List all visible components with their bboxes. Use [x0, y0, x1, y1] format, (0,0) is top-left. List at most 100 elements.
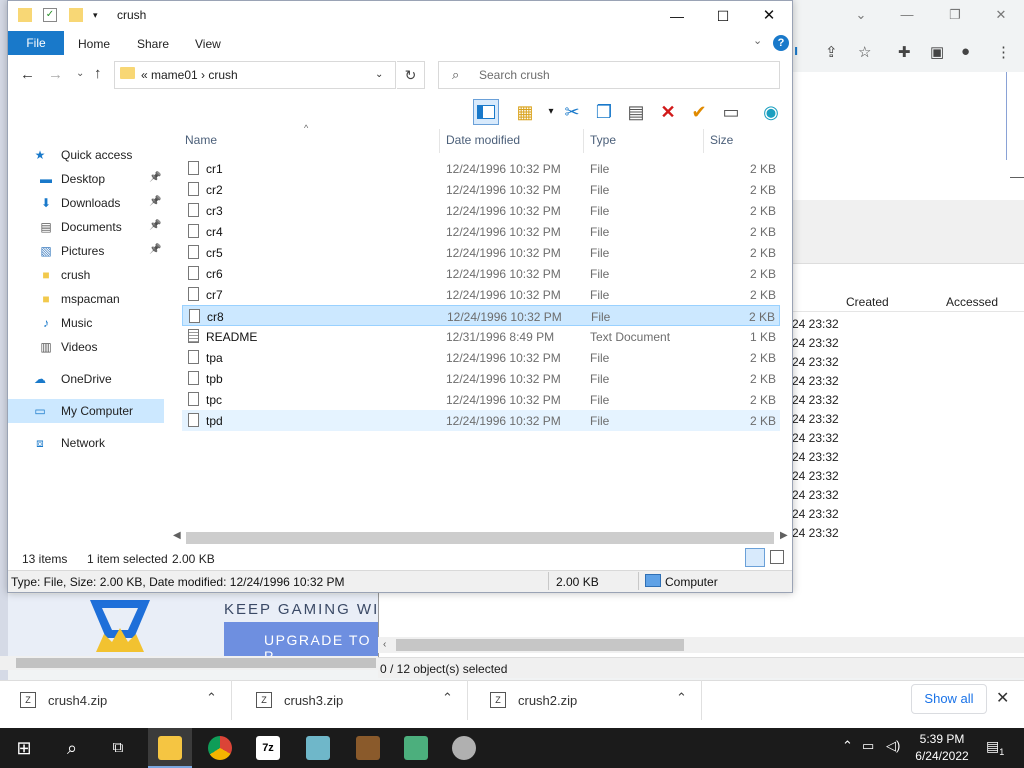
nav-item-desktop[interactable]: ▬ Desktop 📌: [8, 167, 164, 191]
scroll-right-icon[interactable]: ▶: [780, 530, 788, 541]
sevenzip-icon[interactable]: 7z: [256, 736, 280, 760]
minimize-icon[interactable]: —: [884, 4, 930, 26]
app-icon[interactable]: [306, 736, 330, 760]
refresh-icon[interactable]: ↻: [397, 61, 425, 89]
file-row[interactable]: tpc 12/24/1996 10:32 PM File 2 KB: [182, 389, 780, 410]
tab-share[interactable]: Share: [137, 37, 169, 51]
profile-icon[interactable]: ●: [961, 43, 970, 60]
large-icons-view-icon[interactable]: [770, 550, 784, 564]
file-row[interactable]: cr4 12/24/1996 10:32 PM File 2 KB: [182, 221, 780, 242]
nav-item-my-computer[interactable]: ▭ My Computer: [8, 399, 164, 423]
nav-item-onedrive[interactable]: ☁ OneDrive: [8, 367, 164, 391]
nav-item-network[interactable]: ⧈ Network: [8, 431, 164, 455]
nav-item-mspacman[interactable]: ■ mspacman: [8, 287, 164, 311]
chevron-up-icon[interactable]: ⌃: [442, 690, 453, 706]
sevenzip-row-created[interactable]: 24 23:32: [792, 450, 839, 464]
download-item[interactable]: Z crush4.zip ⌃: [0, 680, 232, 720]
column-created[interactable]: Created: [846, 295, 889, 309]
chevron-down-icon[interactable]: ⌄: [753, 34, 762, 47]
column-divider[interactable]: [439, 129, 440, 153]
scrollbar-thumb[interactable]: [186, 532, 774, 544]
file-row[interactable]: README 12/31/1996 8:49 PM Text Document 1 K…: [182, 326, 780, 347]
file-row[interactable]: cr7 12/24/1996 10:32 PM File 2 KB: [182, 284, 780, 305]
file-row[interactable]: cr1 12/24/1996 10:32 PM File 2 KB: [182, 158, 780, 179]
address-path[interactable]: « mame01 › crush: [141, 68, 238, 82]
column-name[interactable]: Name: [185, 133, 217, 147]
file-explorer-icon[interactable]: [158, 736, 182, 760]
sevenzip-row-created[interactable]: 24 23:32: [792, 393, 839, 407]
back-arrow-icon[interactable]: ←: [20, 66, 35, 83]
new-folder-icon[interactable]: [69, 8, 83, 22]
file-row[interactable]: tpa 12/24/1996 10:32 PM File 2 KB: [182, 347, 780, 368]
notifications-icon[interactable]: ▤1: [986, 738, 1004, 757]
up-arrow-icon[interactable]: ↑: [94, 65, 102, 82]
task-view-icon[interactable]: ⧉: [98, 728, 138, 768]
nav-item-music[interactable]: ♪ Music: [8, 311, 164, 335]
file-row[interactable]: cr2 12/24/1996 10:32 PM File 2 KB: [182, 179, 780, 200]
sevenzip-row-created[interactable]: 24 23:32: [792, 526, 839, 540]
sevenzip-row-created[interactable]: 24 23:32: [792, 431, 839, 445]
app-icon[interactable]: [452, 736, 476, 760]
nav-item-documents[interactable]: ▤ Documents 📌: [8, 215, 164, 239]
sevenzip-row-created[interactable]: 24 23:32: [792, 507, 839, 521]
nav-item-crush[interactable]: ■ crush: [8, 263, 164, 287]
column-divider[interactable]: [703, 129, 704, 153]
network-icon[interactable]: ▭: [862, 738, 874, 754]
menu-icon[interactable]: ⋮: [996, 43, 1011, 61]
column-size[interactable]: Size: [710, 133, 733, 147]
tab-home[interactable]: Home: [78, 37, 110, 51]
nav-item-videos[interactable]: ▥ Videos: [8, 335, 164, 359]
pin-icon[interactable]: 📌: [149, 196, 161, 207]
chevron-down-icon[interactable]: ⌄: [76, 68, 84, 79]
chrome-icon[interactable]: [208, 736, 232, 760]
share-icon[interactable]: ⇪: [825, 43, 838, 61]
column-divider[interactable]: [583, 129, 584, 153]
search-icon[interactable]: ⌕: [52, 728, 92, 768]
help-icon[interactable]: ?: [773, 35, 789, 51]
nav-item-quick-access[interactable]: ★ Quick access: [8, 143, 164, 167]
file-row[interactable]: cr8 12/24/1996 10:32 PM File 2 KB: [182, 305, 780, 326]
sevenzip-row-created[interactable]: 24 23:32: [792, 317, 839, 331]
checkmark-icon[interactable]: ✔: [686, 99, 712, 125]
cut-icon[interactable]: ✂: [559, 99, 585, 125]
volume-icon[interactable]: ◁): [886, 738, 900, 754]
minimize-icon[interactable]: —: [654, 1, 700, 31]
move-to-icon[interactable]: ▦: [512, 99, 538, 125]
rename-icon[interactable]: ▭: [718, 99, 744, 125]
download-item[interactable]: Z crush3.zip ⌃: [236, 680, 468, 720]
show-all-button[interactable]: Show all: [911, 684, 987, 714]
chevron-down-icon[interactable]: ⌄: [375, 69, 383, 80]
sevenzip-row-created[interactable]: 24 23:32: [792, 412, 839, 426]
star-icon[interactable]: ☆: [858, 43, 871, 61]
sevenzip-row-created[interactable]: 24 23:32: [792, 488, 839, 502]
file-row[interactable]: cr6 12/24/1996 10:32 PM File 2 KB: [182, 263, 780, 284]
paste-icon[interactable]: ▤: [623, 99, 649, 125]
scroll-left-icon[interactable]: ‹: [383, 639, 386, 650]
scroll-left-icon[interactable]: ◀: [173, 530, 181, 541]
close-icon[interactable]: ✕: [746, 1, 792, 31]
file-row[interactable]: tpb 12/24/1996 10:32 PM File 2 KB: [182, 368, 780, 389]
windows-start-icon[interactable]: ⊞: [4, 728, 44, 768]
chevron-up-icon[interactable]: ⌃: [676, 690, 687, 706]
file-row[interactable]: tpd 12/24/1996 10:32 PM File 2 KB: [182, 410, 780, 431]
scrollbar-thumb[interactable]: [396, 639, 684, 651]
nav-item-downloads[interactable]: ⬇ Downloads 📌: [8, 191, 164, 215]
sevenzip-row-created[interactable]: 24 23:32: [792, 355, 839, 369]
chevron-up-icon[interactable]: ⌃: [842, 738, 853, 754]
close-icon[interactable]: ✕: [978, 4, 1024, 26]
customize-quick-access-icon[interactable]: ▾: [93, 10, 98, 21]
chevron-up-icon[interactable]: ⌃: [206, 690, 217, 706]
sevenzip-row-created[interactable]: 24 23:32: [792, 469, 839, 483]
sidepanel-icon[interactable]: ▣: [930, 43, 944, 61]
chevron-down-icon[interactable]: ⌄: [838, 4, 884, 26]
upgrade-button[interactable]: UPGRADE TO P: [224, 622, 378, 664]
maximize-icon[interactable]: ☐: [700, 1, 746, 31]
tab-file[interactable]: File: [8, 31, 64, 55]
preview-pane-icon[interactable]: [473, 99, 499, 125]
scrollbar-thumb[interactable]: [16, 658, 376, 668]
download-item[interactable]: Z crush2.zip ⌃: [470, 680, 702, 720]
column-accessed[interactable]: Accessed: [946, 295, 998, 309]
nav-item-pictures[interactable]: ▧ Pictures 📌: [8, 239, 164, 263]
pin-icon[interactable]: 📌: [149, 244, 161, 255]
forward-arrow-icon[interactable]: →: [48, 66, 63, 83]
